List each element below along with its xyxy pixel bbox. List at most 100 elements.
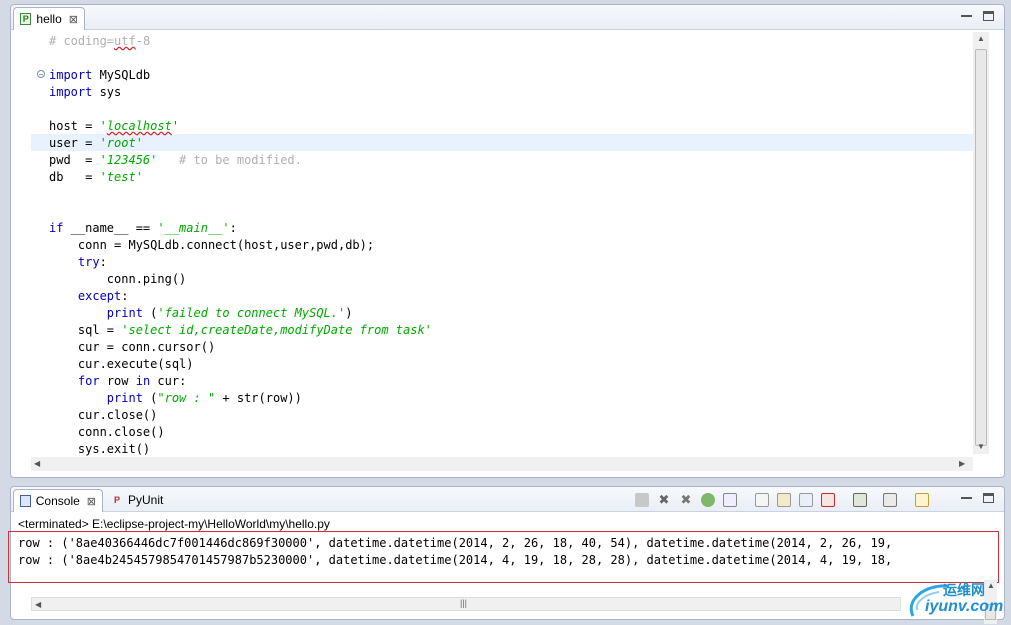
code-line[interactable]: conn = MySQLdb.connect(host,user,pwd,db)… — [49, 237, 432, 254]
clear-console-icon[interactable] — [755, 493, 769, 507]
scroll-grip-icon[interactable]: ||| — [460, 598, 467, 608]
code-token: : — [121, 289, 129, 303]
code-line[interactable] — [49, 186, 432, 203]
code-token: MySQLdb — [92, 68, 151, 82]
console-tabbar: Console ⊠ P PyUnit ✖ ✖ — [11, 487, 1004, 512]
code-token: 'root' — [99, 136, 143, 150]
fold-collapse-icon[interactable]: − — [37, 70, 45, 79]
code-line[interactable]: sys.exit() — [49, 441, 432, 458]
code-token: '123456' — [99, 153, 158, 167]
code-token: cur.close() — [49, 408, 158, 422]
scroll-left-icon[interactable]: ◀ — [35, 600, 41, 609]
console-output-line[interactable]: row : ('8ae40366446dc7f001446dc869f30000… — [18, 536, 892, 550]
code-token: sql = — [49, 323, 122, 337]
code-token: utf — [114, 34, 136, 48]
code-token: : — [229, 221, 237, 235]
code-line[interactable] — [49, 101, 432, 118]
tab-hello-label: hello — [36, 12, 62, 26]
code-line[interactable]: import MySQLdb — [49, 67, 432, 84]
editor-vscroll-thumb[interactable] — [975, 49, 987, 446]
editor-panel: P hello ⊠ − # coding=utf-8 import MySQLd… — [10, 4, 1005, 478]
watermark-url: iyunv.com — [925, 598, 1004, 615]
remove-all-icon[interactable]: ✖ — [679, 493, 693, 507]
terminate-icon[interactable] — [635, 493, 649, 507]
code-line[interactable]: import sys — [49, 84, 432, 101]
python-file-icon: P — [20, 13, 32, 25]
tab-console-label: Console — [35, 494, 80, 508]
remove-launch-icon[interactable]: ✖ — [657, 493, 671, 507]
code-line[interactable]: db = 'test' — [49, 169, 432, 186]
code-line[interactable]: cur.close() — [49, 407, 432, 424]
tab-pyunit[interactable]: P PyUnit — [105, 489, 185, 511]
minimize-icon[interactable] — [961, 493, 972, 499]
code-token: cur: — [150, 374, 187, 388]
code-token: print — [106, 391, 143, 405]
code-line[interactable]: try: — [49, 254, 432, 271]
console-horizontal-scrollbar[interactable]: ◀ ||| — [31, 597, 901, 611]
maximize-icon[interactable] — [983, 493, 994, 503]
code-line[interactable] — [49, 203, 432, 220]
code-line[interactable] — [49, 50, 432, 67]
scroll-up-icon[interactable]: ▲ — [977, 34, 985, 43]
maximize-icon[interactable] — [983, 11, 994, 21]
code-line[interactable]: for row in cur: — [49, 373, 432, 390]
pin-icon[interactable] — [821, 493, 835, 507]
code-line[interactable]: sql = 'select id,createDate,modifyDate f… — [49, 322, 432, 339]
code-token: for — [77, 374, 100, 388]
code-token: except — [77, 289, 122, 303]
code-token: conn = MySQLdb.connect(host,user,pwd,db)… — [49, 238, 375, 252]
code-token: ( — [142, 306, 158, 320]
code-token: "row : " — [157, 391, 216, 405]
word-wrap-icon[interactable] — [799, 493, 813, 507]
code-token: ' — [99, 119, 107, 133]
code-token: cur.execute(sql) — [49, 357, 194, 371]
code-token: sys.exit() — [49, 442, 151, 456]
code-editor[interactable]: # coding=utf-8 import MySQLdb import sys … — [49, 33, 432, 458]
code-line[interactable]: except: — [49, 288, 432, 305]
code-line[interactable]: user = 'root' — [49, 135, 432, 152]
code-token: print — [106, 306, 143, 320]
close-icon[interactable]: ⊠ — [87, 495, 96, 508]
code-token: import — [49, 68, 93, 82]
code-token: 'test' — [99, 170, 143, 184]
tab-console[interactable]: Console ⊠ — [13, 489, 103, 512]
connect-icon[interactable] — [701, 493, 715, 507]
code-token: 'select id,createDate,modifyDate from ta… — [121, 323, 432, 337]
code-line[interactable]: pwd = '123456' # to be modified. — [49, 152, 432, 169]
code-line[interactable]: conn.ping() — [49, 271, 432, 288]
code-token: ( — [142, 391, 158, 405]
code-line[interactable]: if __name__ == '__main__': — [49, 220, 432, 237]
code-token: try — [77, 255, 100, 269]
editor-horizontal-scrollbar[interactable]: ◀ ▶ — [31, 457, 973, 471]
display-console-icon[interactable] — [853, 493, 867, 507]
code-token: pwd = — [49, 153, 100, 167]
code-line[interactable]: print ("row : " + str(row)) — [49, 390, 432, 407]
minimize-icon[interactable] — [961, 11, 972, 17]
scroll-left-icon[interactable]: ◀ — [34, 459, 40, 468]
scroll-lock-icon[interactable] — [777, 493, 791, 507]
copy-icon[interactable] — [723, 493, 737, 507]
tab-pyunit-label: PyUnit — [128, 493, 164, 507]
code-line[interactable]: cur = conn.cursor() — [49, 339, 432, 356]
code-line[interactable]: conn.close() — [49, 424, 432, 441]
scroll-right-icon[interactable]: ▶ — [959, 459, 965, 468]
tab-hello[interactable]: P hello ⊠ — [13, 7, 85, 30]
code-line[interactable]: host = 'localhost' — [49, 118, 432, 135]
scroll-down-icon[interactable]: ▼ — [977, 442, 985, 451]
code-line[interactable]: # coding=utf-8 — [49, 33, 432, 50]
code-line[interactable]: print ('failed to connect MySQL.') — [49, 305, 432, 322]
console-output-line[interactable]: row : ('8ae4b2454579854701457987b5230000… — [18, 553, 892, 567]
code-token: localhost — [106, 119, 172, 133]
code-line[interactable]: cur.execute(sql) — [49, 356, 432, 373]
open-console-icon[interactable] — [883, 493, 897, 507]
new-console-icon[interactable] — [915, 493, 929, 507]
close-icon[interactable]: ⊠ — [69, 13, 78, 26]
code-token: db = — [49, 170, 100, 184]
editor-vertical-scrollbar[interactable]: ▲ ▼ — [973, 32, 989, 454]
code-token: '__main__' — [157, 221, 230, 235]
code-token: row — [99, 374, 136, 388]
watermark-logo: 运维网 iyunv.com — [905, 580, 1005, 620]
code-token: cur = conn.cursor() — [49, 340, 216, 354]
